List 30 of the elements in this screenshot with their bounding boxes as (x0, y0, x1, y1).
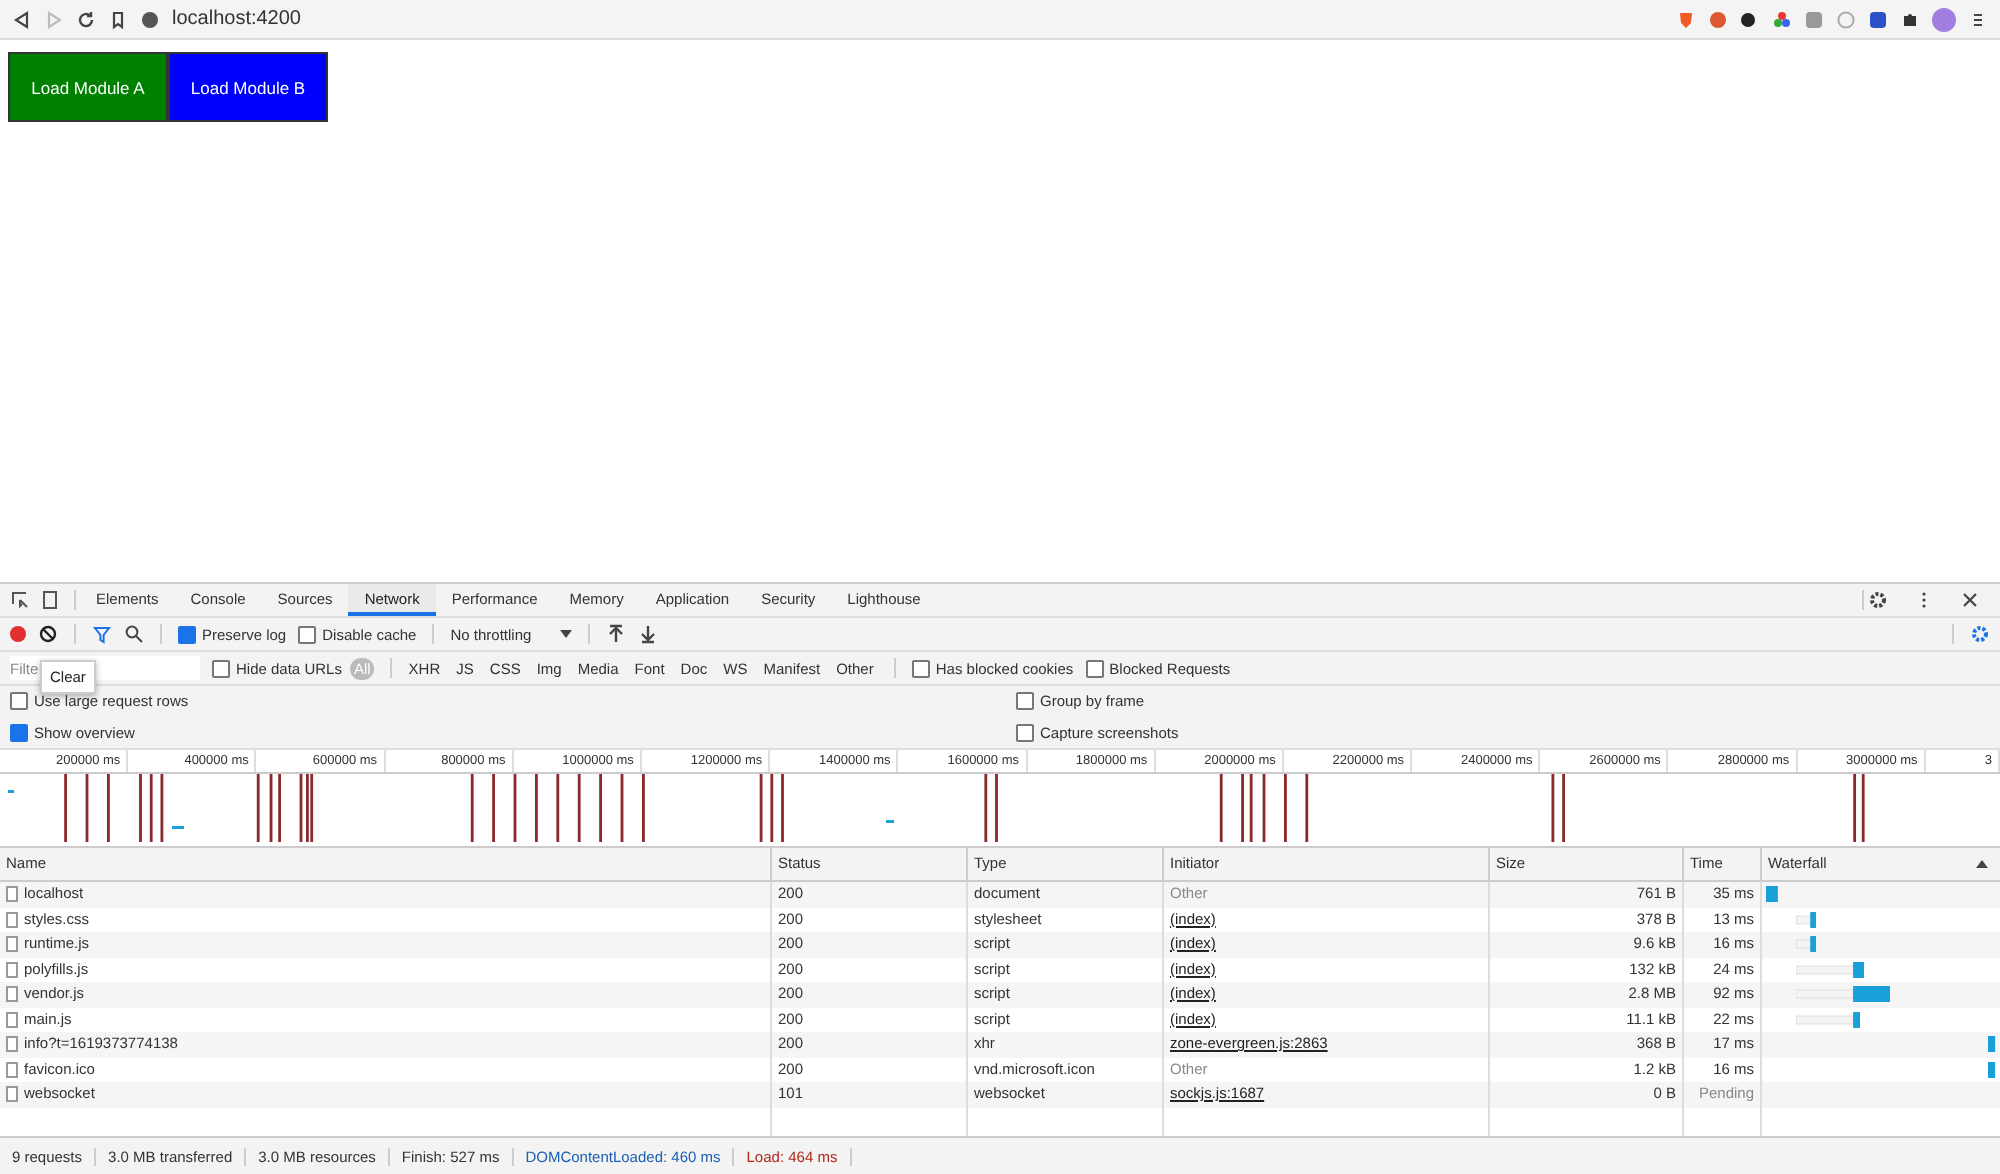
record-icon[interactable] (10, 626, 26, 642)
menu-icon[interactable] (1968, 9, 1988, 29)
waterfall-bar (1795, 959, 1865, 979)
inspect-icon[interactable] (10, 590, 30, 610)
waterfall-bar (1988, 1059, 1996, 1079)
back-icon[interactable] (12, 9, 32, 29)
caret-icon (559, 630, 572, 638)
sort-icon[interactable] (1976, 860, 1988, 868)
close-icon[interactable] (1960, 590, 1980, 610)
load-module-button[interactable]: Load Module A (8, 52, 168, 122)
load-module-button[interactable]: Load Module B (168, 52, 328, 122)
color-wheel-icon[interactable] (1772, 9, 1792, 29)
device-icon[interactable] (40, 590, 60, 610)
filter-icon[interactable] (92, 624, 112, 644)
waterfall-bar (1795, 909, 1817, 929)
settings-icon[interactable] (1970, 624, 1990, 644)
waterfall-bar (1988, 1034, 1996, 1054)
clear-icon[interactable] (38, 624, 58, 644)
search-icon[interactable] (124, 624, 144, 644)
shield-icon[interactable] (1676, 9, 1696, 29)
extension-icon[interactable] (1868, 9, 1888, 29)
download-icon[interactable] (637, 624, 658, 644)
settings-icon[interactable] (1868, 590, 1888, 610)
bookmark-icon[interactable] (108, 9, 128, 29)
address-bar[interactable]: localhost:4200 (172, 8, 301, 30)
waterfall-bar (1795, 1009, 1860, 1029)
reload-icon[interactable] (76, 9, 96, 29)
upload-icon[interactable] (605, 624, 626, 644)
waterfall-bar (1766, 884, 1779, 904)
avatar-icon[interactable] (1932, 7, 1956, 31)
